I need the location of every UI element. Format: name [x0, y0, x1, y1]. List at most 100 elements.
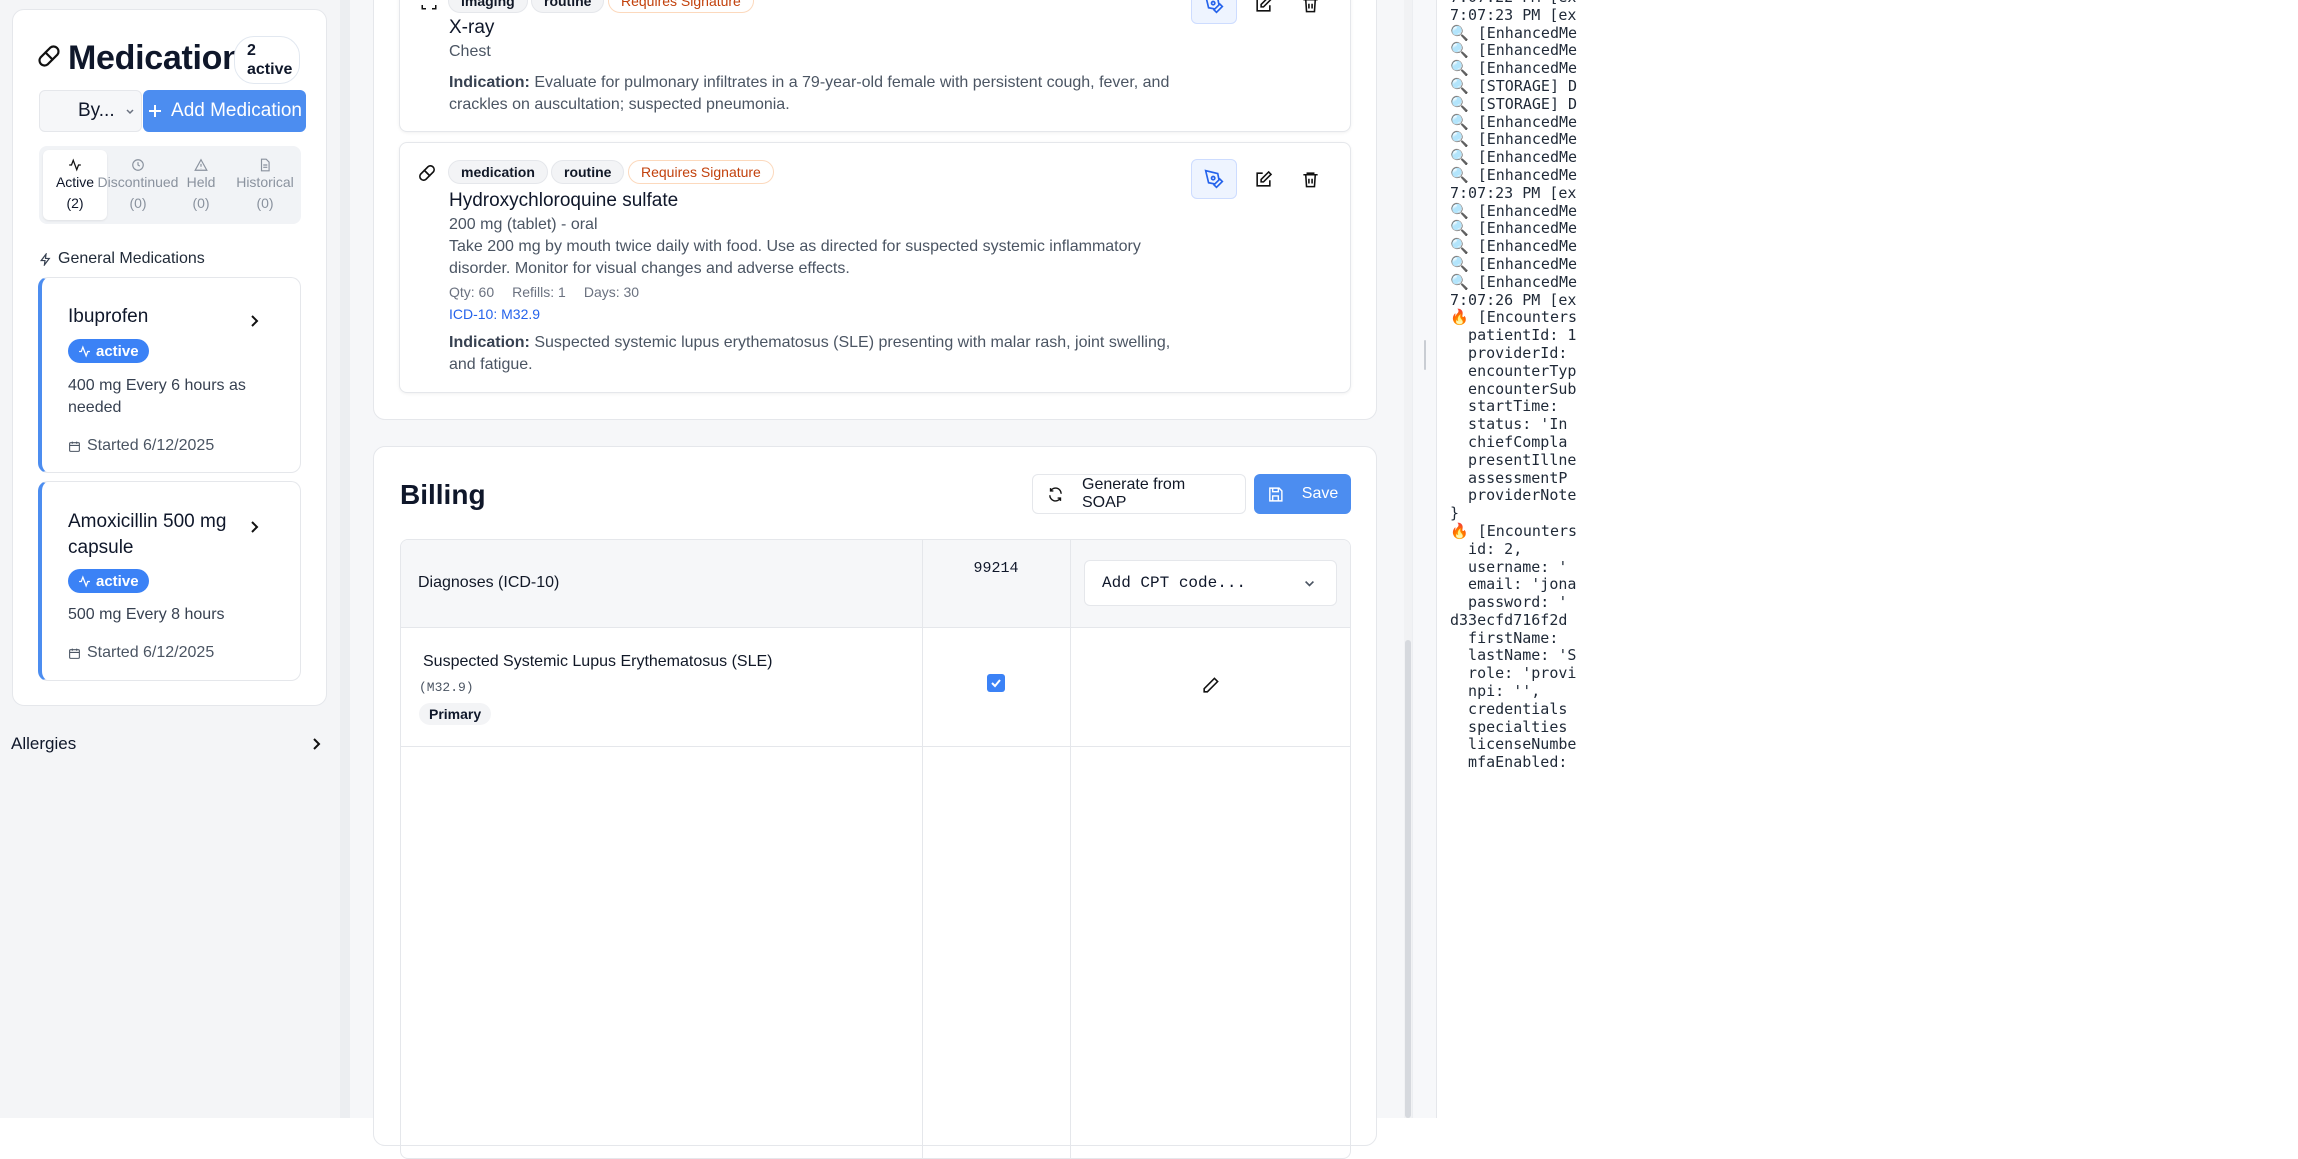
billing-card: Billing Generate from SOAP Save Diagnose…: [373, 446, 1377, 1159]
pill-icon: [37, 44, 61, 68]
console-line: assessmentP: [1450, 468, 1568, 487]
edit-button[interactable]: [1240, 0, 1286, 24]
panel-title: Medications: [68, 39, 262, 77]
edit-diagnosis-button[interactable]: [1201, 676, 1220, 695]
save-button[interactable]: Save: [1254, 474, 1351, 514]
medication-card[interactable]: Ibuprofen active 400 mg Every 6 hours as…: [38, 277, 301, 473]
medication-card[interactable]: Amoxicillin 500 mg capsule active 500 mg…: [38, 481, 301, 681]
delete-button[interactable]: [1287, 0, 1333, 24]
order-name: X-ray: [449, 17, 495, 38]
tag-priority: routine: [551, 160, 625, 184]
tab-count: (0): [192, 195, 210, 211]
left-sidebar: Medications 2 active By... Add Medicatio…: [0, 0, 342, 1118]
calendar-icon: [68, 647, 81, 660]
status-badge: active: [68, 339, 149, 363]
console-line: 🔍 [EnhancedMe: [1450, 254, 1578, 273]
delete-button[interactable]: [1287, 159, 1333, 199]
console-line: password: ': [1450, 593, 1568, 612]
console-output: 7:07:22 PM [ex7:07:23 PM [ex🔍 [EnhancedM…: [1450, 0, 1577, 772]
console-line: startTime:: [1450, 397, 1568, 416]
filter-select[interactable]: By...: [39, 90, 142, 132]
sidebar-scrollbar[interactable]: [340, 0, 350, 1118]
calendar-icon: [68, 440, 81, 453]
main-scrollbar[interactable]: [1404, 0, 1412, 1118]
icd-link[interactable]: ICD-10: M32.9: [449, 306, 540, 322]
console-line: 🔍 [EnhancedMe: [1450, 41, 1578, 60]
tab-historical[interactable]: Historical (0): [233, 150, 297, 220]
primary-badge: Primary: [419, 703, 492, 725]
sign-button[interactable]: [1191, 159, 1237, 199]
diagnoses-header: Diagnoses (ICD-10): [418, 574, 560, 591]
add-medication-button[interactable]: Add Medication: [143, 90, 306, 132]
generate-label: Generate from SOAP: [1082, 476, 1186, 511]
console-line: 7:07:23 PM [ex: [1450, 5, 1577, 24]
billing-table: Diagnoses (ICD-10) 99214 Add CPT code...…: [400, 539, 1351, 1159]
console-line: 🔍 [EnhancedMe: [1450, 201, 1578, 220]
resize-handle[interactable]: [1424, 340, 1426, 370]
console-line: 🔍 [STORAGE] D: [1450, 76, 1578, 95]
generate-from-soap-button[interactable]: Generate from SOAP: [1032, 474, 1246, 514]
tab-label: Active: [55, 174, 95, 190]
console-line: 🔍 [EnhancedMe: [1450, 165, 1578, 184]
start-date-label: Started 6/12/2025: [87, 437, 215, 454]
filter-select-label: By...: [78, 100, 115, 121]
console-line: 🔍 [EnhancedMe: [1450, 23, 1578, 42]
chevron-right-icon[interactable]: [248, 314, 260, 328]
tag-signature: Requires Signature: [608, 0, 754, 13]
chevron-right-icon: [310, 737, 322, 751]
chevron-down-icon: [125, 106, 135, 116]
order-sig: Take 200 mg by mouth twice daily with fo…: [449, 238, 1141, 277]
console-line: id: 2,: [1450, 539, 1523, 558]
console-panel: 7:07:22 PM [ex7:07:23 PM [ex🔍 [EnhancedM…: [1436, 0, 2298, 1118]
allergies-section[interactable]: Allergies: [0, 719, 340, 769]
refresh-icon: [1047, 486, 1064, 503]
panel-gutter: [1412, 0, 1436, 1118]
sign-button[interactable]: [1191, 0, 1237, 24]
console-line: specialties: [1450, 717, 1568, 736]
add-medication-label: Add Medication: [171, 100, 302, 121]
medication-detail: 500 mg Every 8 hours: [68, 606, 225, 623]
order-card: imaging routine Requires Signature X-ray…: [399, 0, 1351, 132]
qty: Qty: 60: [449, 284, 495, 300]
chevron-right-icon[interactable]: [248, 520, 260, 534]
console-line: mfaEnabled:: [1450, 753, 1577, 772]
console-line: 🔍 [EnhancedMe: [1450, 272, 1578, 291]
console-line: npi: '',: [1450, 682, 1541, 701]
plus-icon: [147, 103, 163, 119]
zap-icon: [39, 252, 52, 266]
console-line: 7:07:26 PM [ex: [1450, 290, 1577, 309]
billing-title: Billing: [400, 479, 486, 510]
status-tabs: Active (2) Discontinued (0) Held (0) His…: [39, 146, 301, 224]
console-line: email: 'jona: [1450, 575, 1577, 594]
indication-text: Suspected systemic lupus erythematosus (…: [449, 334, 1171, 373]
start-date: Started 6/12/2025: [68, 437, 214, 455]
tab-count: (2): [66, 195, 84, 211]
console-line: 🔍 [STORAGE] D: [1450, 94, 1578, 113]
edit-button[interactable]: [1240, 159, 1286, 199]
medication-name: Ibuprofen: [68, 306, 149, 327]
chevron-down-icon: [1303, 577, 1316, 590]
console-line: 🔍 [EnhancedMe: [1450, 148, 1578, 167]
scrollbar-thumb[interactable]: [1405, 640, 1411, 1118]
console-line: credentials: [1450, 699, 1568, 718]
tag-type: imaging: [448, 0, 528, 13]
tab-held[interactable]: Held (0): [169, 150, 233, 220]
medication-name: Amoxicillin 500 mg capsule: [68, 511, 227, 558]
diagnosis-code: (M32.9): [419, 680, 474, 695]
console-line: licenseNumbe: [1450, 735, 1577, 754]
cpt-checkbox[interactable]: [987, 674, 1005, 692]
activity-icon: [78, 344, 91, 358]
table-row: Suspected Systemic Lupus Erythematosus (…: [401, 628, 1350, 747]
console-line: username: ': [1450, 557, 1568, 576]
console-line: providerNote: [1450, 486, 1577, 505]
medications-panel: Medications 2 active By... Add Medicatio…: [12, 9, 327, 706]
console-line: role: 'provi: [1450, 664, 1577, 683]
console-line: encounterSub: [1450, 379, 1577, 398]
console-line: 🔥 [Encounters: [1450, 308, 1578, 327]
check-icon: [990, 677, 1002, 689]
clock-icon: [131, 158, 145, 172]
alert-triangle-icon: [194, 158, 208, 172]
trash-icon: [1301, 170, 1320, 189]
tab-discontinued[interactable]: Discontinued (0): [98, 150, 178, 220]
add-cpt-select[interactable]: Add CPT code...: [1084, 560, 1337, 606]
